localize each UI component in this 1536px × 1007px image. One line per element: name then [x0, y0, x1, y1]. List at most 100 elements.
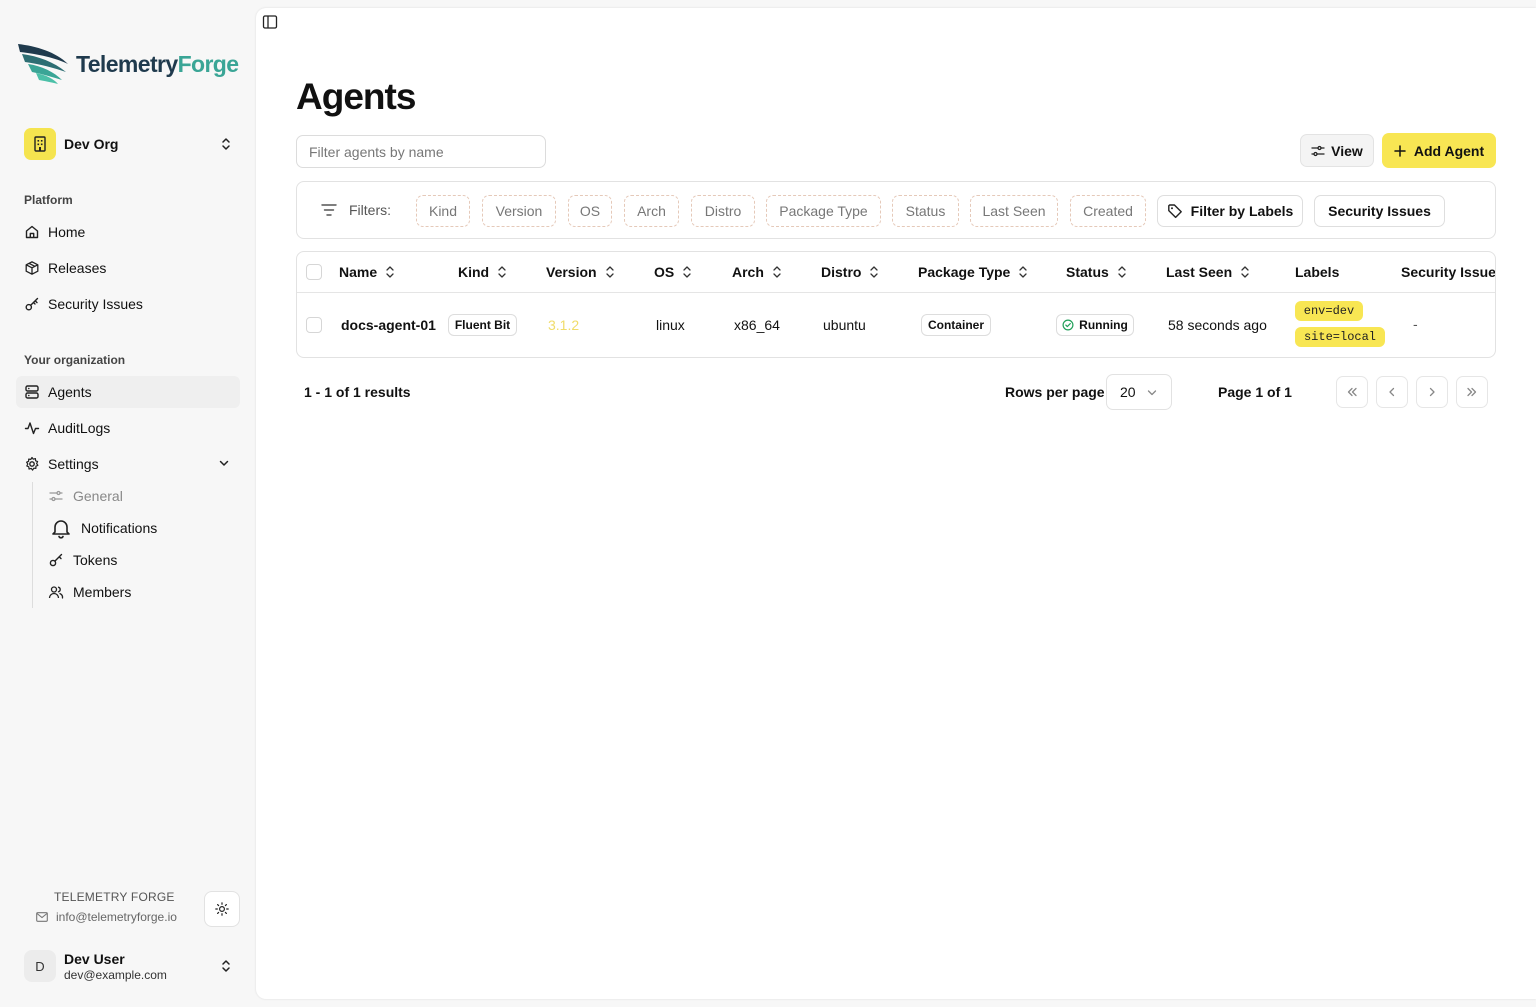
search-input[interactable]: [296, 135, 546, 168]
filter-chip-os[interactable]: OS: [568, 195, 612, 227]
brand-footer: TELEMETRY FORGE info@telemetryforge.io: [36, 890, 196, 924]
settings-item-notifications[interactable]: Notifications: [50, 514, 157, 542]
chevrons-left-icon: [1347, 387, 1357, 397]
version-cell: 3.1.2: [548, 317, 580, 333]
column-header-labels: Labels: [1295, 264, 1340, 280]
filter-chip-arch[interactable]: Arch: [624, 195, 679, 227]
nav-item-auditlogs[interactable]: AuditLogs: [16, 412, 240, 444]
arch-cell: x86_64: [734, 317, 780, 333]
bell-icon: [50, 517, 72, 539]
kind-badge: Fluent Bit: [448, 314, 517, 336]
nav-item-home[interactable]: Home: [16, 216, 240, 248]
sort-icon: [682, 265, 692, 279]
submenu-divider: [32, 482, 33, 608]
column-header-kind[interactable]: Kind: [458, 264, 507, 280]
page-info: Page 1 of 1: [1218, 384, 1292, 400]
column-header-status[interactable]: Status: [1066, 264, 1127, 280]
filter-chip-package-type[interactable]: Package Type: [766, 195, 881, 227]
nav-item-label: Security Issues: [48, 296, 143, 312]
next-page-button[interactable]: [1416, 376, 1448, 408]
select-all-checkbox[interactable]: [306, 264, 322, 280]
chevrons-right-icon: [1467, 387, 1477, 397]
column-header-security-issues: Security Issues: [1401, 264, 1496, 280]
last-page-button[interactable]: [1456, 376, 1488, 408]
nav-item-label: Home: [48, 224, 86, 240]
sidebar-toggle-button[interactable]: [262, 14, 278, 30]
filters-label: Filters:: [321, 202, 391, 218]
add-agent-label: Add Agent: [1413, 142, 1485, 159]
mail-icon: [36, 912, 48, 922]
column-header-name[interactable]: Name: [339, 264, 395, 280]
security-issues-filter-button[interactable]: Security Issues: [1314, 195, 1445, 227]
nav-item-releases[interactable]: Releases: [16, 252, 240, 284]
key-icon: [48, 552, 64, 568]
nav-item-settings[interactable]: Settings: [16, 448, 240, 480]
sort-icon: [1117, 265, 1127, 279]
filter-chip-kind[interactable]: Kind: [416, 195, 470, 227]
panel-left-icon: [262, 15, 278, 29]
filter-chip-version[interactable]: Version: [482, 195, 556, 227]
label-chip: site=local: [1295, 327, 1385, 347]
first-page-button[interactable]: [1336, 376, 1368, 408]
building-icon: [24, 128, 56, 160]
nav-item-label: Agents: [48, 384, 92, 400]
settings-item-members[interactable]: Members: [48, 578, 131, 606]
main-content: Agents View Add Agent Filters: Kind Vers…: [256, 8, 1536, 999]
org-section-label: Your organization: [24, 353, 126, 367]
previous-page-button[interactable]: [1376, 376, 1408, 408]
settings-item-label: Notifications: [81, 520, 158, 536]
package-icon: [24, 260, 40, 276]
column-header-arch[interactable]: Arch: [732, 264, 782, 280]
column-header-os[interactable]: OS: [654, 264, 692, 280]
sort-icon: [1018, 265, 1028, 279]
rows-per-page-select[interactable]: 20: [1106, 374, 1172, 410]
brand-name: TelemetryForge: [76, 50, 239, 77]
sort-icon: [497, 265, 507, 279]
theme-toggle-button[interactable]: [204, 891, 240, 927]
filter-chip-distro[interactable]: Distro: [691, 195, 755, 227]
filter-chip-created[interactable]: Created: [1070, 195, 1146, 227]
settings-item-general[interactable]: General: [48, 482, 123, 510]
footer-contact[interactable]: info@telemetryforge.io: [36, 910, 196, 924]
platform-section-label: Platform: [24, 193, 73, 207]
plus-icon: [1394, 144, 1406, 157]
filter-bar: Filters: Kind Version OS Arch Distro Pac…: [296, 181, 1496, 239]
column-header-distro[interactable]: Distro: [821, 264, 879, 280]
sort-icon: [605, 265, 615, 279]
user-menu[interactable]: D Dev User dev@example.com: [24, 946, 240, 986]
column-header-last-seen[interactable]: Last Seen: [1166, 264, 1250, 280]
column-header-package-type[interactable]: Package Type: [918, 264, 1028, 280]
add-agent-button[interactable]: Add Agent: [1382, 133, 1496, 168]
settings-item-tokens[interactable]: Tokens: [48, 546, 117, 574]
view-button[interactable]: View: [1300, 134, 1374, 167]
sun-icon: [215, 902, 229, 916]
check-circle-icon: [1062, 319, 1074, 331]
activity-icon: [24, 420, 40, 436]
settings-item-label: General: [73, 488, 123, 504]
last-seen-cell: 58 seconds ago: [1168, 317, 1267, 333]
nav-item-label: Releases: [48, 260, 107, 276]
agent-name-cell[interactable]: docs-agent-01: [341, 317, 436, 333]
sidebar: TelemetryForge Dev Org Platform Home Rel…: [0, 0, 256, 1007]
nav-item-security-issues[interactable]: Security Issues: [16, 288, 240, 320]
nav-item-agents[interactable]: Agents: [16, 376, 240, 408]
org-switcher[interactable]: Dev Org: [24, 126, 240, 162]
brand-logo[interactable]: TelemetryForge: [16, 42, 239, 86]
distro-cell: ubuntu: [823, 317, 866, 333]
column-header-version[interactable]: Version: [546, 264, 615, 280]
user-name: Dev User: [64, 950, 125, 967]
org-name: Dev Org: [64, 136, 119, 152]
sliders-icon: [1311, 145, 1325, 156]
filter-chip-status[interactable]: Status: [892, 195, 959, 227]
sort-icon: [1240, 265, 1250, 279]
filter-by-labels-button[interactable]: Filter by Labels: [1157, 195, 1303, 227]
sort-icon: [772, 265, 782, 279]
filter-chip-last-seen[interactable]: Last Seen: [970, 195, 1058, 227]
agents-table: Name Kind Version OS Arch Distro Package…: [296, 251, 1496, 358]
rows-per-page-value: 20: [1120, 384, 1136, 400]
filter-lines-icon: [321, 204, 337, 216]
sort-icon: [869, 265, 879, 279]
users-icon: [48, 584, 64, 600]
row-checkbox[interactable]: [306, 317, 322, 333]
tag-icon: [1167, 204, 1182, 219]
